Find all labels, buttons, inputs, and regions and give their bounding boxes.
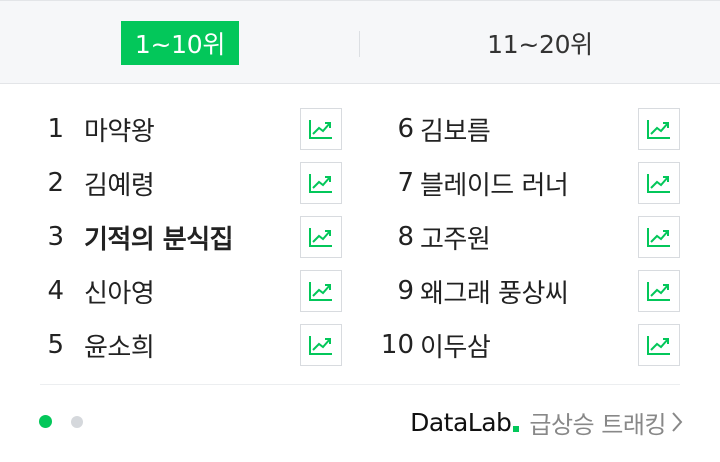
rank-number: 7	[397, 168, 414, 198]
keyword-link[interactable]: 기적의 분식집	[84, 219, 234, 256]
tab-label: 1~10위	[120, 21, 240, 65]
tab-label: 11~20위	[487, 30, 593, 59]
list-item[interactable]: 8 고주원	[360, 210, 705, 264]
trend-chart-icon	[647, 120, 670, 139]
rank-number: 1	[47, 114, 64, 144]
trend-chart-icon	[647, 336, 670, 355]
list-item[interactable]: 10 이두삼	[360, 318, 705, 372]
keyword-link[interactable]: 김보름	[420, 111, 491, 148]
trend-chart-button[interactable]	[638, 216, 680, 258]
list-item[interactable]: 5 윤소희	[0, 318, 345, 372]
list-item[interactable]: 4 신아영	[0, 264, 345, 318]
page-indicator-dot[interactable]	[71, 416, 83, 428]
list-item[interactable]: 2 김예령	[0, 156, 345, 210]
keyword-link[interactable]: 신아영	[84, 273, 155, 310]
list-item[interactable]: 3 기적의 분식집	[0, 210, 345, 264]
keyword-link[interactable]: 이두삼	[420, 327, 491, 364]
list-item[interactable]: 9 왜그래 풍상씨	[360, 264, 705, 318]
page-indicator-dot-active[interactable]	[39, 415, 52, 428]
trend-chart-button[interactable]	[300, 324, 342, 366]
rank-number: 6	[397, 114, 414, 144]
rank-number: 8	[397, 222, 414, 252]
rank-number: 5	[47, 330, 64, 360]
keyword-link[interactable]: 블레이드 러너	[420, 165, 569, 202]
trend-chart-icon	[647, 282, 670, 301]
trend-chart-button[interactable]	[638, 108, 680, 150]
chevron-right-icon	[670, 410, 684, 434]
trend-chart-button[interactable]	[638, 270, 680, 312]
datalab-link-text: 급상승 트래킹	[529, 410, 666, 439]
trend-chart-button[interactable]	[638, 162, 680, 204]
trend-chart-button[interactable]	[638, 324, 680, 366]
trend-chart-button[interactable]	[300, 108, 342, 150]
keyword-link[interactable]: 마약왕	[84, 111, 155, 148]
datalab-logo: DataLab	[410, 407, 512, 437]
trend-chart-button[interactable]	[300, 162, 342, 204]
rank-number: 3	[47, 222, 64, 252]
rank-number: 4	[47, 276, 64, 306]
trend-chart-icon	[309, 282, 332, 301]
trend-chart-icon	[309, 120, 332, 139]
footer-divider	[40, 384, 680, 385]
datalab-trend-link[interactable]: DataLab 급상승 트래킹	[410, 404, 684, 440]
trend-chart-icon	[309, 228, 332, 247]
trend-chart-button[interactable]	[300, 216, 342, 258]
list-item[interactable]: 1 마약왕	[0, 102, 345, 156]
rank-number: 2	[47, 168, 64, 198]
keyword-link[interactable]: 왜그래 풍상씨	[420, 273, 569, 310]
trend-chart-icon	[647, 174, 670, 193]
list-item[interactable]: 6 김보름	[360, 102, 705, 156]
trend-chart-icon	[647, 228, 670, 247]
tab-rank-1-10[interactable]: 1~10위	[0, 1, 360, 85]
keyword-link[interactable]: 김예령	[84, 165, 155, 202]
tab-rank-11-20[interactable]: 11~20위	[360, 1, 720, 85]
datalab-logo-dot	[513, 426, 520, 432]
keyword-link[interactable]: 윤소희	[84, 327, 155, 364]
keyword-link[interactable]: 고주원	[420, 219, 491, 256]
trend-chart-icon	[309, 174, 332, 193]
list-item[interactable]: 7 블레이드 러너	[360, 156, 705, 210]
rank-number: 9	[397, 276, 414, 306]
trend-chart-button[interactable]	[300, 270, 342, 312]
trend-chart-icon	[309, 336, 332, 355]
rank-number: 10	[380, 330, 414, 360]
rank-tabs: 1~10위 11~20위	[0, 0, 720, 84]
